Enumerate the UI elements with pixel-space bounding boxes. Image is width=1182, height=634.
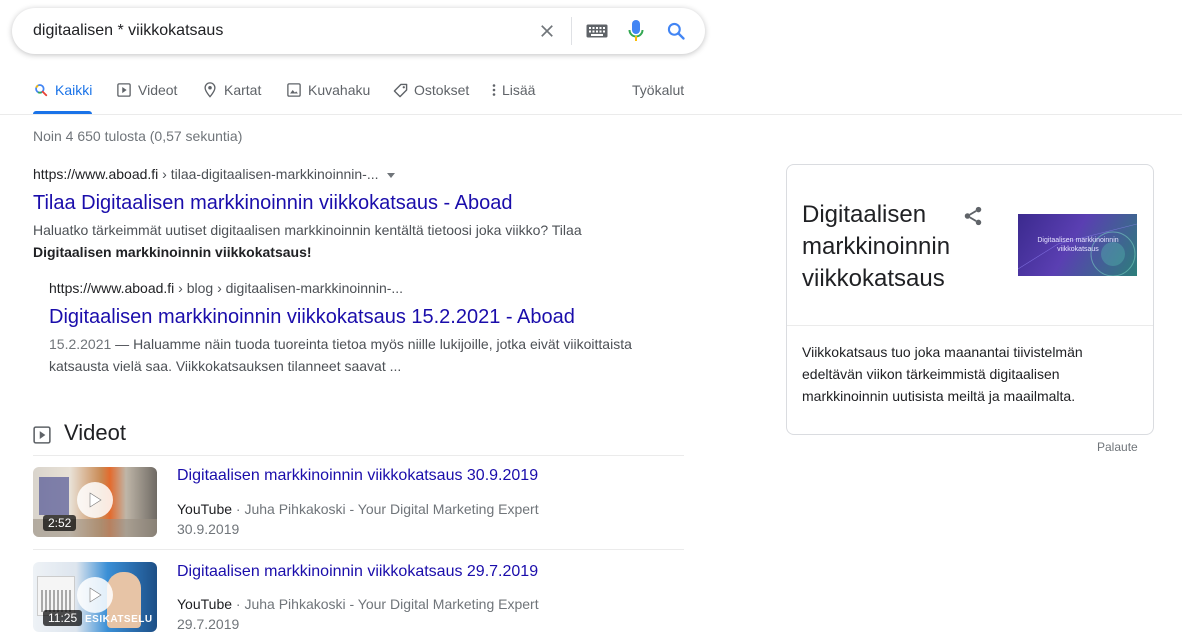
result-snippet: Haluatko tärkeimmät uutiset digitaalisen…: [33, 219, 593, 263]
cite-path: › tilaa-digitaalisen-markkinoinnin-...: [158, 166, 379, 182]
video-title[interactable]: Digitaalisen markkinoinnin viikkokatsaus…: [177, 563, 538, 581]
snippet-date: 15.2.2021: [49, 336, 112, 352]
tag-icon: [392, 82, 408, 98]
video-source: YouTube · Juha Pihkakoski - Your Digital…: [177, 501, 539, 517]
video-date: 29.7.2019: [177, 616, 240, 632]
clear-icon[interactable]: [535, 19, 559, 43]
tabs-divider: [0, 114, 1182, 115]
videos-heading-text: Videot: [64, 420, 126, 445]
search-box[interactable]: [12, 8, 705, 54]
play-icon: [77, 482, 113, 518]
tab-label: Videot: [138, 82, 178, 98]
kp-image[interactable]: Digitaalisen markkinoinnin viikkokatsaus: [1018, 214, 1137, 276]
video-title[interactable]: Digitaalisen markkinoinnin viikkokatsaus…: [177, 467, 538, 485]
video-date: 30.9.2019: [177, 521, 240, 537]
result-title[interactable]: Tilaa Digitaalisen markkinoinnin viikkok…: [33, 192, 513, 215]
video-thumbnail[interactable]: 2:52: [33, 467, 157, 537]
kp-description: Viikkokatsaus tuo joka maanantai tiivist…: [802, 344, 1083, 404]
cite-domain: https://www.aboad.fi: [33, 166, 159, 182]
result-cite[interactable]: https://www.aboad.fi › tilaa-digitaalise…: [33, 166, 395, 182]
tab-more[interactable]: Lisää: [490, 82, 535, 114]
tab-shopping[interactable]: Ostokset: [392, 82, 469, 114]
tab-label: Kartat: [224, 82, 262, 98]
tab-videos[interactable]: Videot: [116, 82, 177, 114]
kp-title: Digitaalisen markkinoinnin viikkokatsaus: [802, 201, 951, 292]
snippet-text: — Haluamme näin tuoda tuoreinta tietoa m…: [49, 336, 632, 374]
tools-button[interactable]: Työkalut: [632, 82, 684, 98]
video-channel: · Juha Pihkakoski - Your Digital Marketi…: [232, 596, 539, 612]
search-icon: [33, 82, 49, 98]
kp-divider: [787, 325, 1153, 326]
keyboard-icon[interactable]: [585, 19, 609, 43]
video-source: YouTube · Juha Pihkakoski - Your Digital…: [177, 596, 539, 612]
search-tabs: Kaikki Videot Kartat Kuvahaku Ostokset L…: [0, 72, 1182, 114]
cite-path: › blog › digitaalisen-markkinoinnin-...: [174, 280, 404, 296]
search-input[interactable]: [33, 20, 513, 42]
video-icon: [33, 424, 51, 444]
more-vert-icon: [490, 82, 498, 98]
result-title[interactable]: Digitaalisen markkinoinnin viikkokatsaus…: [49, 306, 575, 329]
video-thumbnail[interactable]: ESIKATSELU 11:25: [33, 562, 157, 632]
video-duration: 2:52: [43, 515, 77, 531]
tab-all[interactable]: Kaikki: [33, 82, 93, 114]
knowledge-panel: Digitaalisen markkinoinnin viikkokatsaus…: [786, 164, 1154, 435]
result-snippet: 15.2.2021 — Haluamme näin tuoda tuoreint…: [49, 333, 649, 377]
tab-label: Ostokset: [414, 82, 470, 98]
tab-label: Kaikki: [55, 82, 93, 98]
image-icon: [286, 82, 302, 98]
search-icon[interactable]: [664, 19, 688, 43]
map-pin-icon: [202, 82, 218, 98]
share-icon[interactable]: [962, 205, 986, 229]
kp-image-label: Digitaalisen markkinoinnin viikkokatsaus: [1037, 237, 1119, 253]
snippet-text: Haluatko tärkeimmät uutiset digitaalisen…: [33, 222, 582, 238]
video-icon: [116, 82, 132, 98]
snippet-bold: Digitaalisen markkinoinnin viikkokatsaus: [33, 244, 307, 260]
tab-label: Lisää: [502, 82, 536, 98]
tab-images[interactable]: Kuvahaku: [286, 82, 370, 114]
video-channel: · Juha Pihkakoski - Your Digital Marketi…: [232, 501, 539, 517]
divider: [33, 455, 684, 456]
microphone-icon[interactable]: [624, 19, 648, 43]
video-platform: YouTube: [177, 501, 233, 517]
search-divider: [571, 17, 572, 45]
cite-domain: https://www.aboad.fi: [49, 280, 175, 296]
video-duration: 11:25: [43, 610, 83, 626]
chevron-down-icon[interactable]: [386, 172, 395, 178]
video-overlay-text: ESIKATSELU: [85, 614, 153, 625]
video-platform: YouTube: [177, 596, 233, 612]
divider: [33, 549, 684, 550]
feedback-link[interactable]: Palaute: [1097, 440, 1138, 454]
videos-heading: Videot: [33, 420, 126, 446]
result-stats: Noin 4 650 tulosta (0,57 sekuntia): [33, 128, 243, 144]
snippet-text: !: [306, 244, 312, 260]
tab-label: Kuvahaku: [308, 82, 371, 98]
tab-maps[interactable]: Kartat: [202, 82, 261, 114]
play-icon: [77, 577, 113, 613]
result-cite[interactable]: https://www.aboad.fi › blog › digitaalis…: [49, 280, 403, 296]
